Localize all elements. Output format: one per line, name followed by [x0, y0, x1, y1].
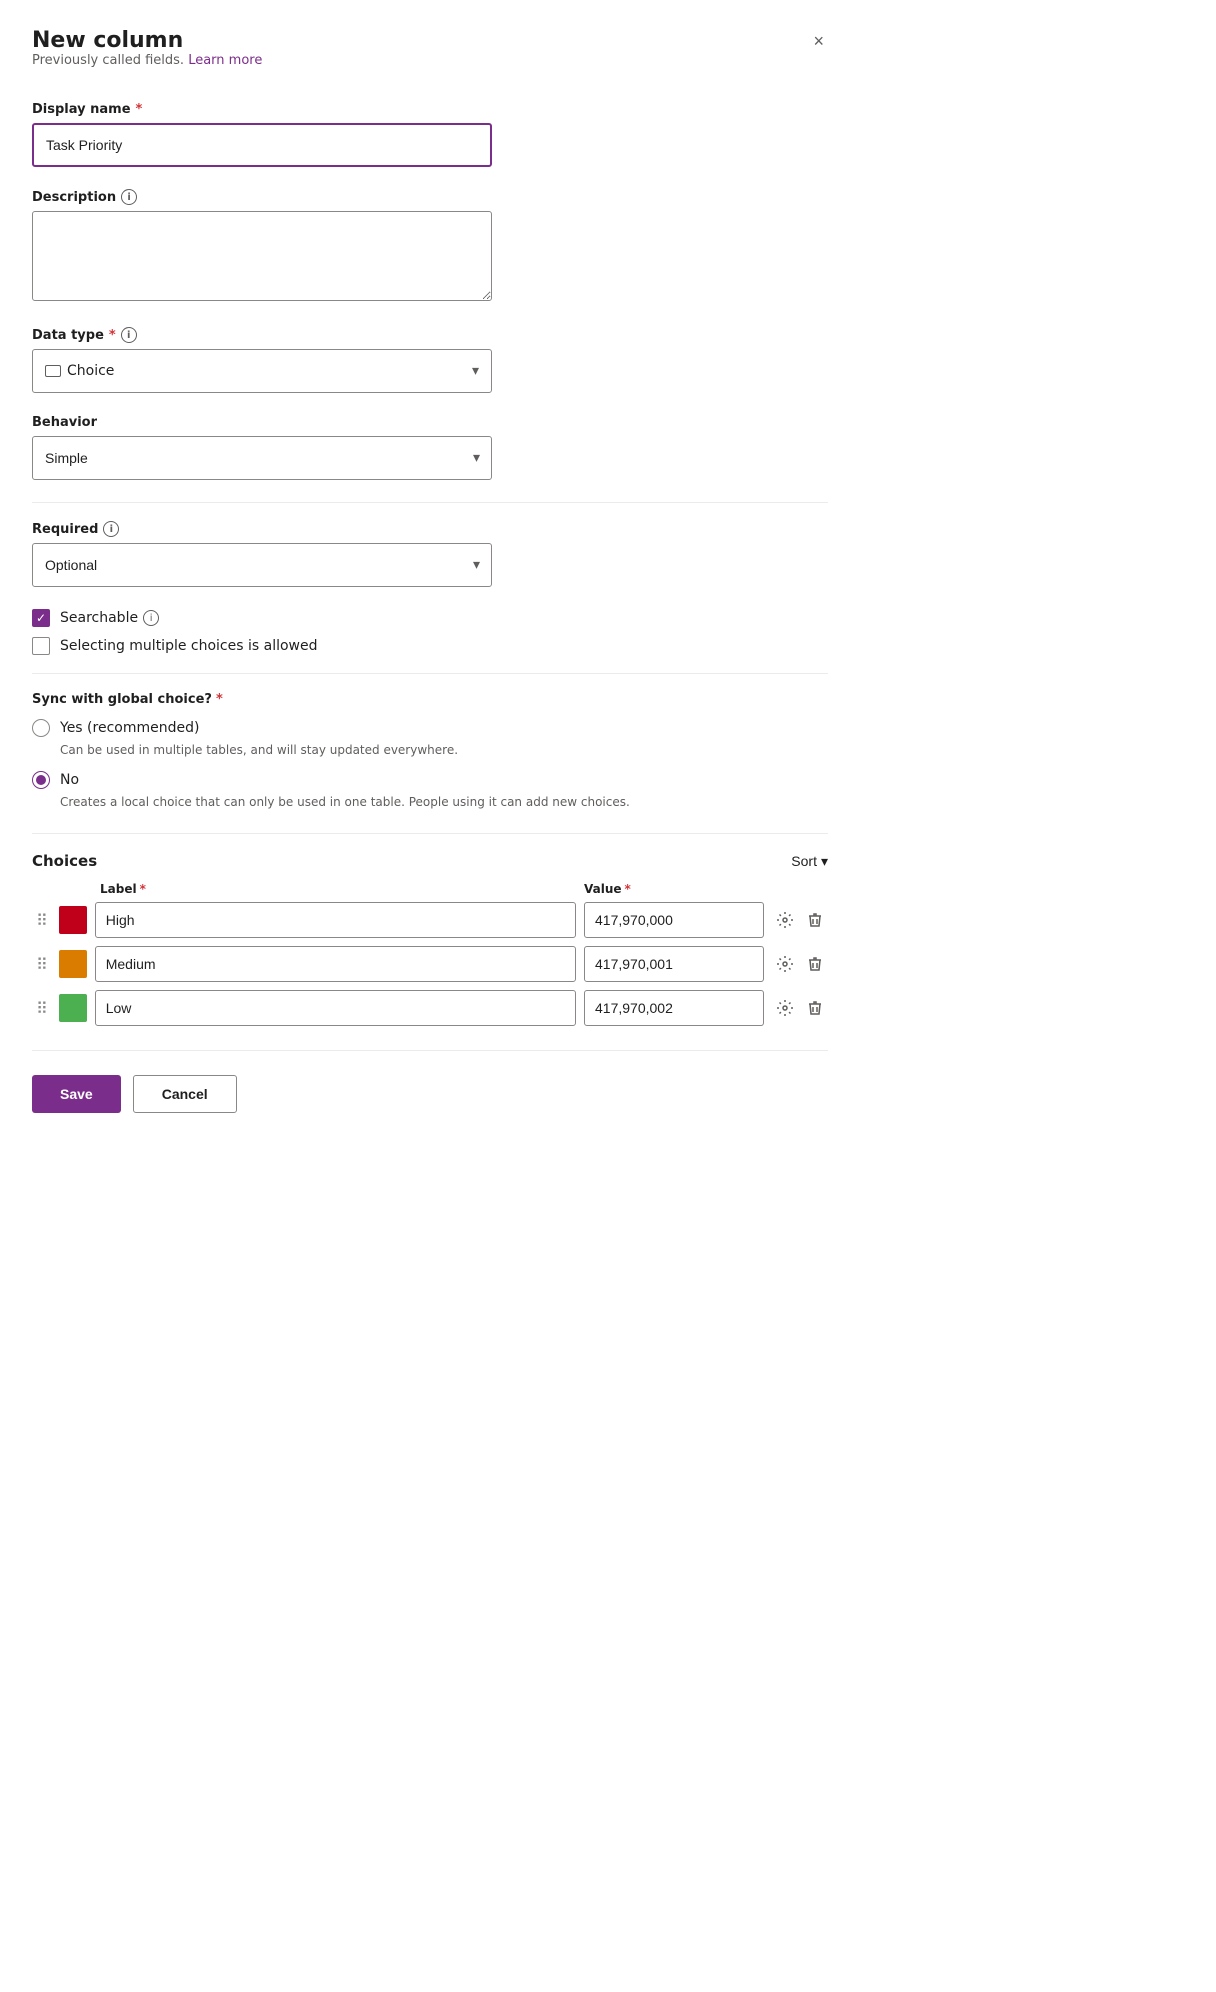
save-button[interactable]: Save	[32, 1075, 121, 1113]
choices-title: Choices	[32, 852, 97, 870]
required-info-icon[interactable]: i	[103, 521, 119, 537]
behavior-label: Behavior	[32, 415, 828, 430]
required-select[interactable]: Optional Required	[32, 543, 492, 587]
choice-value-input-low[interactable]	[584, 990, 764, 1026]
sync-no-label: No	[60, 772, 79, 788]
data-type-value: Choice	[67, 363, 114, 379]
sync-yes-radio[interactable]	[32, 719, 50, 737]
choice-type-icon	[45, 365, 61, 377]
description-label: Description i	[32, 189, 828, 205]
required-section: Required i Optional Required ▾	[32, 521, 828, 587]
drag-handle-high[interactable]: ⠿	[32, 911, 51, 930]
data-type-chevron-icon: ▾	[472, 363, 479, 379]
behavior-section: Behavior Simple Calculated ▾	[32, 415, 828, 480]
choice-value-input-high[interactable]	[584, 902, 764, 938]
multiple-choices-checkbox[interactable]	[32, 637, 50, 655]
row-actions-high	[772, 907, 828, 933]
close-button[interactable]: ×	[809, 28, 828, 54]
divider-1	[32, 502, 828, 503]
display-name-input[interactable]	[32, 123, 492, 167]
choice-row-low: ⠿	[32, 990, 828, 1026]
settings-button-low[interactable]	[772, 995, 798, 1021]
sync-yes-label: Yes (recommended)	[60, 720, 199, 736]
required-star: *	[136, 102, 143, 117]
delete-button-medium[interactable]	[802, 951, 828, 977]
delete-button-high[interactable]	[802, 907, 828, 933]
modal-header: New column Previously called fields. Lea…	[32, 28, 828, 96]
searchable-info-icon[interactable]: i	[143, 610, 159, 626]
searchable-checkbox[interactable]	[32, 609, 50, 627]
sort-label: Sort	[791, 853, 817, 869]
searchable-row: Searchable i	[32, 609, 828, 627]
settings-button-medium[interactable]	[772, 951, 798, 977]
display-name-section: Display name *	[32, 102, 828, 167]
drag-handle-low[interactable]: ⠿	[32, 999, 51, 1018]
delete-icon-high	[806, 911, 824, 929]
delete-button-low[interactable]	[802, 995, 828, 1021]
modal-subtitle: Previously called fields. Learn more	[32, 53, 262, 68]
searchable-label: Searchable i	[60, 610, 159, 626]
settings-button-high[interactable]	[772, 907, 798, 933]
choice-row-medium: ⠿	[32, 946, 828, 982]
multiple-choices-row: Selecting multiple choices is allowed	[32, 637, 828, 655]
data-type-required-star: *	[109, 328, 116, 343]
sync-yes-option: Yes (recommended) Can be used in multipl…	[32, 719, 828, 759]
sync-yes-description: Can be used in multiple tables, and will…	[60, 741, 828, 759]
row-actions-medium	[772, 951, 828, 977]
sync-no-description: Creates a local choice that can only be …	[60, 793, 828, 811]
subtitle-text: Previously called fields.	[32, 53, 184, 68]
choice-label-input-medium[interactable]	[95, 946, 576, 982]
choice-label-input-low[interactable]	[95, 990, 576, 1026]
delete-icon-low	[806, 999, 824, 1017]
data-type-select[interactable]: Choice ▾	[32, 349, 492, 393]
sync-required-star: *	[216, 692, 223, 707]
settings-icon-high	[776, 911, 794, 929]
footer-actions: Save Cancel	[32, 1050, 828, 1113]
required-select-wrapper: Optional Required ▾	[32, 543, 492, 587]
color-swatch-medium[interactable]	[59, 950, 87, 978]
choice-value-input-medium[interactable]	[584, 946, 764, 982]
row-actions-low	[772, 995, 828, 1021]
sync-no-row: No	[32, 771, 828, 789]
sync-no-option: No Creates a local choice that can only …	[32, 771, 828, 811]
sync-no-radio[interactable]	[32, 771, 50, 789]
sync-title: Sync with global choice? *	[32, 692, 828, 707]
sort-button[interactable]: Sort ▾	[791, 853, 828, 870]
description-section: Description i	[32, 189, 828, 305]
divider-3	[32, 833, 828, 834]
sync-yes-row: Yes (recommended)	[32, 719, 828, 737]
settings-icon-medium	[776, 955, 794, 973]
value-col-header: Value *	[584, 882, 764, 896]
multiple-choices-label: Selecting multiple choices is allowed	[60, 638, 318, 654]
data-type-label: Data type * i	[32, 327, 828, 343]
color-swatch-high[interactable]	[59, 906, 87, 934]
new-column-modal: New column Previously called fields. Lea…	[0, 0, 860, 1992]
required-label: Required i	[32, 521, 828, 537]
display-name-label: Display name *	[32, 102, 828, 117]
choice-label-input-high[interactable]	[95, 902, 576, 938]
delete-icon-medium	[806, 955, 824, 973]
color-swatch-low[interactable]	[59, 994, 87, 1022]
learn-more-link[interactable]: Learn more	[188, 53, 262, 68]
settings-icon-low	[776, 999, 794, 1017]
description-info-icon[interactable]: i	[121, 189, 137, 205]
cancel-button[interactable]: Cancel	[133, 1075, 237, 1113]
choices-section: Choices Sort ▾ Label * Value *	[32, 852, 828, 1026]
behavior-select[interactable]: Simple Calculated	[32, 436, 492, 480]
choices-col-headers: Label * Value *	[32, 882, 828, 902]
data-type-section: Data type * i Choice ▾	[32, 327, 828, 393]
modal-title: New column	[32, 28, 262, 53]
modal-title-group: New column Previously called fields. Lea…	[32, 28, 262, 96]
divider-2	[32, 673, 828, 674]
drag-handle-medium[interactable]: ⠿	[32, 955, 51, 974]
choices-header: Choices Sort ▾	[32, 852, 828, 870]
label-col-header: Label *	[100, 882, 568, 896]
choice-row-high: ⠿	[32, 902, 828, 938]
sort-chevron-icon: ▾	[821, 853, 828, 870]
data-type-info-icon[interactable]: i	[121, 327, 137, 343]
behavior-select-wrapper: Simple Calculated ▾	[32, 436, 492, 480]
sync-section: Sync with global choice? * Yes (recommen…	[32, 692, 828, 811]
description-input[interactable]	[32, 211, 492, 301]
